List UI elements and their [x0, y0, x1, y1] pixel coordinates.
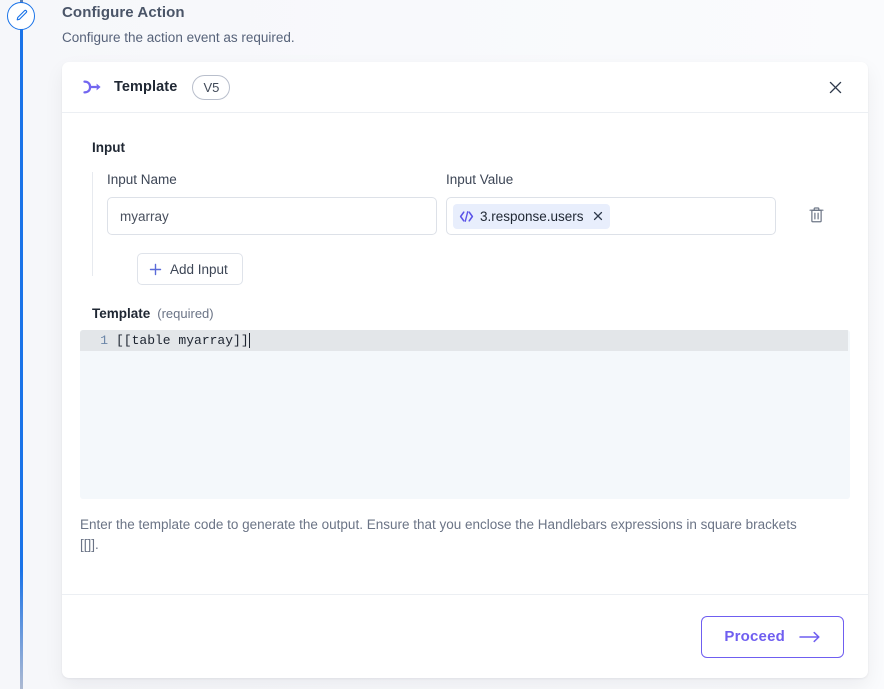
arrow-right-icon — [799, 631, 821, 643]
add-input-label: Add Input — [170, 261, 228, 277]
template-helper-text: Enter the template code to generate the … — [80, 517, 797, 552]
group-divider — [92, 172, 93, 276]
page-title: Configure Action — [62, 4, 185, 21]
template-label-row: Template (required) — [92, 306, 868, 321]
proceed-label: Proceed — [724, 628, 785, 645]
editor-line-1: 1 [[table myarray]] — [80, 330, 250, 351]
card-footer: Proceed — [62, 594, 868, 678]
close-icon[interactable] — [822, 74, 848, 100]
variable-chip[interactable]: 3.response.users — [453, 203, 610, 229]
card-title: Template — [114, 79, 178, 95]
input-name-field-wrap: Input Name myarray — [107, 172, 437, 235]
input-value-field-wrap: Input Value 3.response.users — [446, 172, 776, 235]
workflow-rail — [0, 0, 42, 689]
editor-code-text: [[table myarray]] — [116, 333, 249, 348]
input-value-input[interactable]: 3.response.users — [446, 197, 776, 235]
card-header: Template V5 — [62, 62, 868, 113]
template-code-editor[interactable]: 1 [[table myarray]] — [80, 330, 850, 499]
card-body: Input Input Name myarray Input Value 3.r… — [62, 113, 868, 594]
editor-line-number: 1 — [100, 333, 108, 348]
input-group: Input Name myarray Input Value 3.respons… — [62, 172, 868, 285]
input-section-label: Input — [92, 140, 125, 155]
template-flow-icon — [80, 75, 104, 99]
input-name-label: Input Name — [107, 172, 177, 187]
input-value-label: Input Value — [446, 172, 514, 187]
configure-action-screen: Configure Action Configure the action ev… — [0, 0, 884, 689]
input-name-input[interactable]: myarray — [107, 197, 437, 235]
version-badge: V5 — [192, 74, 231, 100]
pencil-icon[interactable] — [7, 2, 35, 30]
variable-chip-text: 3.response.users — [480, 208, 584, 224]
template-label: Template — [92, 306, 151, 321]
page-header: Configure Action Configure the action ev… — [62, 4, 852, 45]
template-required-note: (required) — [157, 306, 214, 321]
rail-connector-line — [20, 26, 23, 689]
add-input-button[interactable]: Add Input — [137, 253, 243, 285]
template-action-card: Template V5 Input Input Name myarray Inp… — [62, 62, 868, 678]
chip-remove-icon[interactable] — [593, 211, 603, 221]
input-row: Input Name myarray Input Value 3.respons… — [92, 172, 868, 235]
input-name-value: myarray — [120, 208, 169, 224]
trash-icon[interactable] — [805, 204, 827, 226]
proceed-button[interactable]: Proceed — [701, 615, 844, 658]
page-subtitle: Configure the action event as required. — [62, 30, 295, 45]
code-brackets-icon — [459, 210, 474, 222]
editor-caret — [248, 333, 250, 348]
plus-icon — [149, 263, 162, 276]
